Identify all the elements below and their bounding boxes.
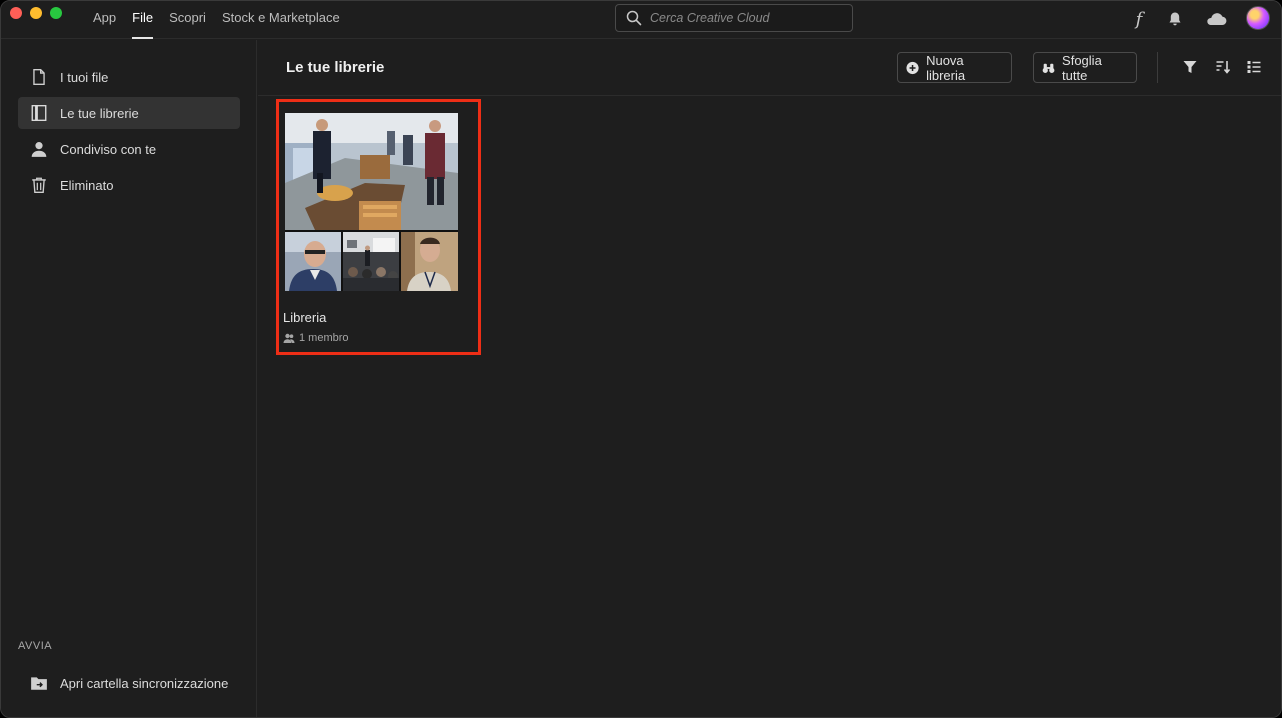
page-title: Le tue librerie xyxy=(286,59,385,76)
toolbar-divider xyxy=(1157,52,1158,83)
avatar[interactable] xyxy=(1246,6,1270,30)
list-view-icon[interactable] xyxy=(1244,57,1264,77)
library-thumbnail xyxy=(285,113,458,291)
top-navigation: App File Scopri Stock e Marketplace xyxy=(85,1,348,39)
main-header: Le tue librerie Nuova libreria Sfoglia t… xyxy=(258,40,1281,96)
library-members-count: 1 membro xyxy=(299,332,349,344)
sidebar-item-your-files[interactable]: I tuoi file xyxy=(18,61,240,93)
file-icon xyxy=(18,61,60,93)
bell-icon[interactable] xyxy=(1164,8,1186,30)
sidebar-item-label: Condiviso con te xyxy=(60,141,157,157)
nav-file[interactable]: File xyxy=(124,1,161,39)
binoculars-icon xyxy=(1042,63,1055,73)
sidebar-item-label: Apri cartella sincronizzazione xyxy=(60,675,229,691)
new-library-button[interactable]: Nuova libreria xyxy=(897,52,1012,83)
nav-stock-marketplace[interactable]: Stock e Marketplace xyxy=(214,1,348,39)
sidebar-item-label: I tuoi file xyxy=(60,69,109,85)
sidebar-item-deleted[interactable]: Eliminato xyxy=(18,169,240,201)
browse-all-button[interactable]: Sfoglia tutte xyxy=(1033,52,1137,83)
sidebar: I tuoi file Le tue librerie Condiviso co… xyxy=(1,40,257,717)
sort-icon[interactable] xyxy=(1213,57,1233,77)
thumbnail-photo-3 xyxy=(401,232,458,291)
folder-sync-icon xyxy=(18,667,60,699)
minimize-window-button[interactable] xyxy=(30,7,42,19)
zoom-window-button[interactable] xyxy=(50,7,62,19)
add-circle-icon xyxy=(906,61,919,74)
search-icon xyxy=(626,10,642,26)
nav-discover[interactable]: Scopri xyxy=(161,1,214,39)
library-card[interactable]: Libreria 1 membro xyxy=(276,99,481,355)
fonts-icon[interactable]: f xyxy=(1128,8,1150,30)
library-name: Libreria xyxy=(283,310,327,325)
sidebar-item-open-sync-folder[interactable]: Apri cartella sincronizzazione xyxy=(18,667,240,699)
filter-icon[interactable] xyxy=(1180,57,1200,77)
app-window: App File Scopri Stock e Marketplace f I … xyxy=(0,0,1282,718)
thumbnail-photo-1 xyxy=(285,232,341,291)
thumbnail-photo-2 xyxy=(343,232,399,291)
library-members: 1 membro xyxy=(283,332,349,344)
person-icon xyxy=(18,133,60,165)
thumbnail-main-photo xyxy=(285,113,458,230)
trash-icon xyxy=(18,169,60,201)
library-icon xyxy=(18,97,60,129)
members-icon xyxy=(283,333,295,343)
search-input[interactable] xyxy=(650,11,840,25)
close-window-button[interactable] xyxy=(10,7,22,19)
new-library-label: Nuova libreria xyxy=(926,52,966,83)
browse-all-label: Sfoglia tutte xyxy=(1062,52,1102,83)
sidebar-item-shared-with-you[interactable]: Condiviso con te xyxy=(18,133,240,165)
sidebar-item-your-libraries[interactable]: Le tue librerie xyxy=(18,97,240,129)
cloud-icon[interactable] xyxy=(1203,8,1229,30)
search-box[interactable] xyxy=(615,4,853,32)
top-bar: App File Scopri Stock e Marketplace f xyxy=(1,1,1281,39)
sidebar-item-label: Eliminato xyxy=(60,177,114,193)
nav-app[interactable]: App xyxy=(85,1,124,39)
sidebar-item-label: Le tue librerie xyxy=(60,105,139,121)
main-content: Le tue librerie Nuova libreria Sfoglia t… xyxy=(258,40,1281,717)
section-label-start: AVVIA xyxy=(18,640,53,652)
